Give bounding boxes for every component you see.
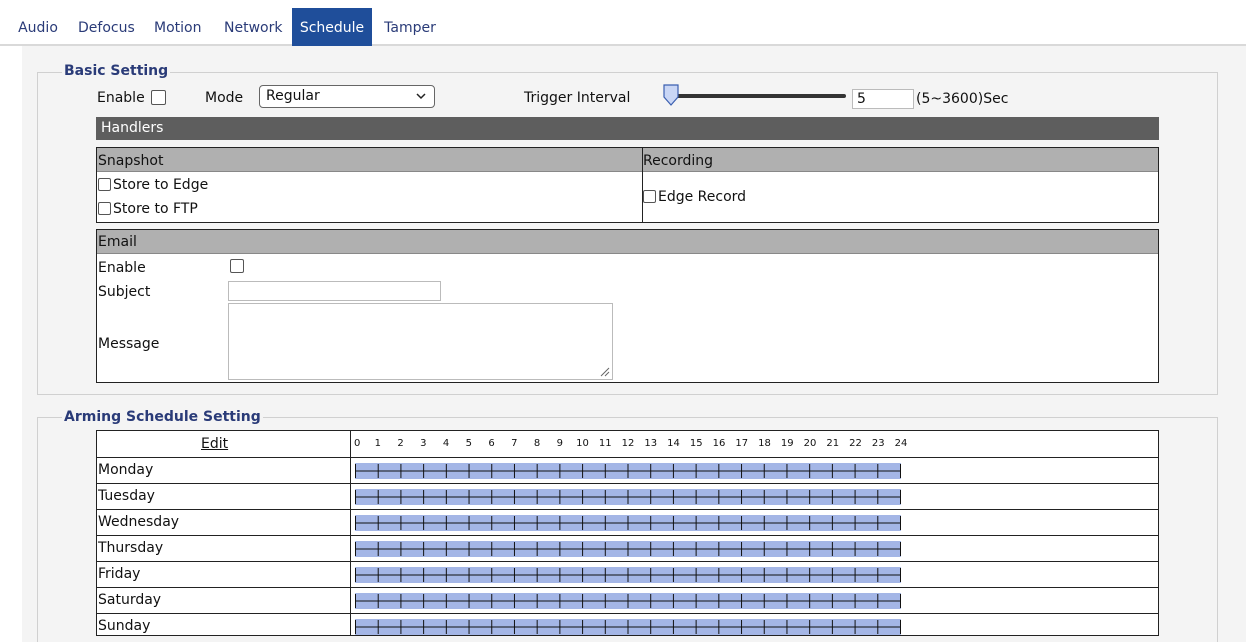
schedule-row: Thursday <box>97 535 1158 561</box>
hour-label: 8 <box>533 438 541 449</box>
snapshot-recording-header <box>97 148 1158 172</box>
schedule-table: Edit 0 1 2 3 4 5 6 7 8 9 10 11 12 13 14 15 16 17 18 19 20 21 2… <box>96 430 1159 636</box>
schedule-row: Tuesday <box>97 483 1158 509</box>
email-enable-label: Enable <box>98 260 146 276</box>
email-enable-checkbox[interactable] <box>230 259 244 273</box>
hour-label: 7 <box>511 438 518 449</box>
schedule-row: Sunday <box>97 613 1158 639</box>
day-label: Tuesday <box>98 488 155 504</box>
schedule-row: Wednesday <box>97 509 1158 535</box>
schedule-row: Saturday <box>97 587 1158 613</box>
hour-label: 1 <box>374 438 381 449</box>
mode-select-value: Regular <box>266 88 320 104</box>
schedule-timebar[interactable] <box>355 463 901 479</box>
hour-label: 11 <box>598 438 612 449</box>
edge-record-label: Edge Record <box>658 189 747 205</box>
tab-schedule[interactable]: Schedule <box>292 8 372 46</box>
hour-label: 2 <box>397 438 404 449</box>
store-to-edge-checkbox[interactable] <box>98 178 111 191</box>
hour-label: 14 <box>667 438 680 449</box>
tab-bar: Audio Defocus Motion Network Schedule Ta… <box>0 0 1246 46</box>
chevron-down-icon <box>416 86 426 114</box>
subject-input[interactable] <box>228 281 441 301</box>
hour-label: 19 <box>780 438 794 449</box>
hour-label: 17 <box>735 438 749 449</box>
trigger-interval-slider-track[interactable] <box>670 94 846 98</box>
day-label: Thursday <box>98 540 164 556</box>
enable-checkbox[interactable] <box>151 90 166 105</box>
mode-label: Mode <box>205 90 244 106</box>
snapshot-recording-box <box>96 147 1159 223</box>
schedule-timebar[interactable] <box>355 541 901 557</box>
recording-title: Recording <box>643 153 714 169</box>
store-to-ftp-label: Store to FTP <box>113 201 198 217</box>
tab-audio[interactable]: Audio <box>14 8 62 46</box>
schedule-timebar[interactable] <box>355 593 901 609</box>
enable-label: Enable <box>97 90 145 106</box>
hour-label: 23 <box>871 438 885 449</box>
resize-grip-icon[interactable] <box>598 365 610 377</box>
schedule-timebar[interactable] <box>355 489 901 505</box>
hour-label: 12 <box>621 438 635 449</box>
trigger-range-text: (5~3600)Sec <box>916 91 1009 107</box>
store-to-edge-label: Store to Edge <box>113 177 209 193</box>
email-header <box>97 230 1158 254</box>
hour-label: 20 <box>803 438 817 449</box>
schedule-row: Monday <box>97 457 1158 483</box>
schedule-timebar[interactable] <box>355 567 901 583</box>
hour-label: 5 <box>465 438 472 449</box>
day-label: Saturday <box>98 592 162 608</box>
day-label: Monday <box>98 462 154 478</box>
store-to-ftp-checkbox[interactable] <box>98 202 111 215</box>
hour-label: 0 <box>354 438 361 449</box>
hour-label: 3 <box>420 438 427 449</box>
edit-link[interactable]: Edit <box>201 436 228 452</box>
message-label: Message <box>98 336 160 352</box>
day-label: Wednesday <box>98 514 180 530</box>
schedule-timebar[interactable] <box>355 619 901 635</box>
hour-label: 21 <box>826 438 840 449</box>
day-label: Friday <box>98 566 141 582</box>
hour-label: 18 <box>758 438 771 449</box>
tab-defocus[interactable]: Defocus <box>74 8 136 46</box>
hour-label: 15 <box>689 438 703 449</box>
slider-thumb-icon[interactable] <box>662 84 680 106</box>
hour-label: 6 <box>488 438 495 449</box>
trigger-interval-label: Trigger Interval <box>524 90 631 106</box>
hour-label: 24 <box>894 438 908 449</box>
hour-label: 16 <box>712 438 726 449</box>
message-textarea[interactable] <box>228 303 613 380</box>
subject-label: Subject <box>98 284 151 300</box>
hour-label: 22 <box>849 438 862 449</box>
mode-select[interactable]: Regular <box>259 85 435 108</box>
handlers-header: Handlers <box>96 117 1159 140</box>
hour-label: 10 <box>576 438 589 449</box>
tab-tamper[interactable]: Tamper <box>380 8 440 46</box>
trigger-interval-input[interactable]: 5 <box>852 89 914 109</box>
schedule-timebar[interactable] <box>355 515 901 531</box>
hour-label: 4 <box>442 438 450 449</box>
hour-label: 9 <box>556 438 563 449</box>
tab-network[interactable]: Network <box>220 8 284 46</box>
email-title: Email <box>98 234 137 250</box>
day-label: Sunday <box>98 618 151 634</box>
hour-label: 13 <box>644 438 658 449</box>
arming-schedule-legend: Arming Schedule Setting <box>62 408 263 426</box>
tab-motion[interactable]: Motion <box>150 8 204 46</box>
snapshot-title: Snapshot <box>98 153 164 169</box>
schedule-row: Friday <box>97 561 1158 587</box>
edge-record-checkbox[interactable] <box>643 190 656 203</box>
basic-setting-legend: Basic Setting <box>62 62 171 80</box>
